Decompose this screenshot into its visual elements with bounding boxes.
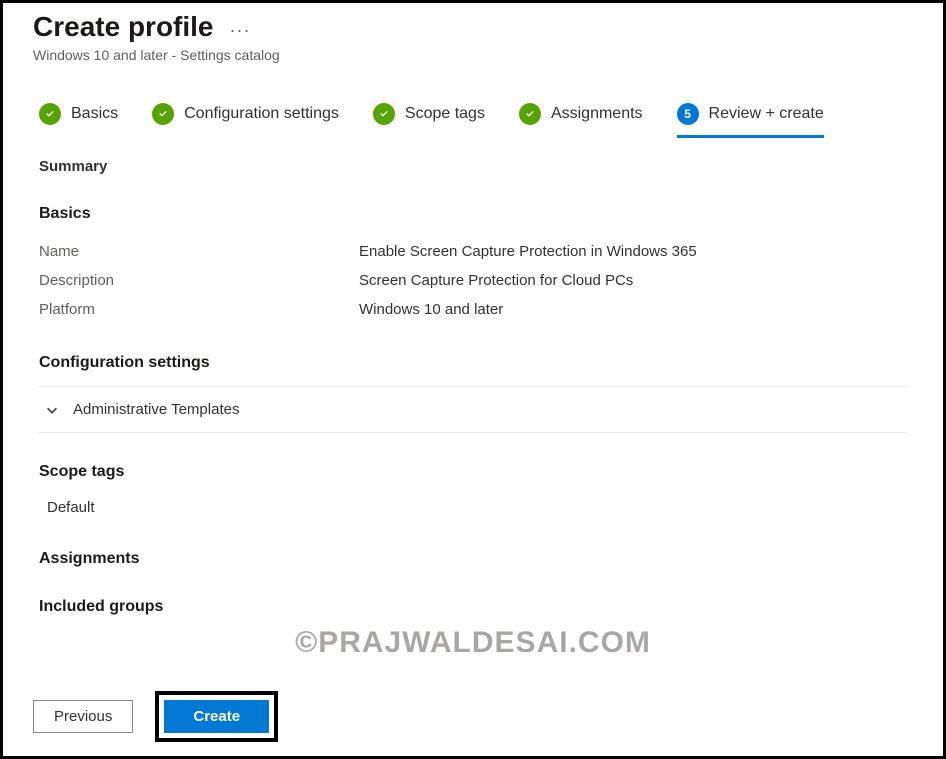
expander-label: Administrative Templates <box>73 401 239 418</box>
chevron-down-icon <box>45 403 59 417</box>
admin-templates-expander[interactable]: Administrative Templates <box>39 387 907 432</box>
step-label: Assignments <box>551 105 643 123</box>
summary-heading: Summary <box>39 158 907 175</box>
scope-tags-heading: Scope tags <box>39 463 907 481</box>
assignments-heading: Assignments <box>39 550 907 568</box>
step-config-settings[interactable]: Configuration settings <box>152 103 339 138</box>
check-icon <box>519 103 541 125</box>
basics-row-name: Name Enable Screen Capture Protection in… <box>39 237 907 266</box>
config-settings-heading: Configuration settings <box>39 354 907 372</box>
scope-tag-value: Default <box>39 495 907 520</box>
page-subtitle: Windows 10 and later - Settings catalog <box>33 47 913 63</box>
create-button[interactable]: Create <box>164 700 269 733</box>
basics-row-platform: Platform Windows 10 and later <box>39 295 907 324</box>
field-value: Enable Screen Capture Protection in Wind… <box>359 243 697 260</box>
step-review-create[interactable]: 5 Review + create <box>677 103 824 138</box>
field-value: Windows 10 and later <box>359 301 503 318</box>
step-label: Basics <box>71 105 118 123</box>
included-groups-heading: Included groups <box>39 598 907 616</box>
check-icon <box>39 103 61 125</box>
previous-button[interactable]: Previous <box>33 700 133 733</box>
field-value: Screen Capture Protection for Cloud PCs <box>359 272 633 289</box>
step-number-icon: 5 <box>677 103 699 125</box>
wizard-steps: Basics Configuration settings Scope tags… <box>3 63 943 148</box>
field-label: Platform <box>39 301 359 318</box>
step-scope-tags[interactable]: Scope tags <box>373 103 485 138</box>
step-label: Configuration settings <box>184 105 339 123</box>
step-label: Scope tags <box>405 105 485 123</box>
more-actions-icon[interactable]: ··· <box>230 20 251 41</box>
page-title: Create profile <box>33 11 214 43</box>
check-icon <box>373 103 395 125</box>
field-label: Description <box>39 272 359 289</box>
step-assignments[interactable]: Assignments <box>519 103 643 138</box>
basics-heading: Basics <box>39 205 907 223</box>
step-label: Review + create <box>709 105 824 123</box>
create-button-highlight: Create <box>155 691 278 742</box>
basics-row-description: Description Screen Capture Protection fo… <box>39 266 907 295</box>
field-label: Name <box>39 243 359 260</box>
watermark: ©PRAJWALDESAI.COM <box>295 626 651 660</box>
check-icon <box>152 103 174 125</box>
step-basics[interactable]: Basics <box>39 103 118 138</box>
